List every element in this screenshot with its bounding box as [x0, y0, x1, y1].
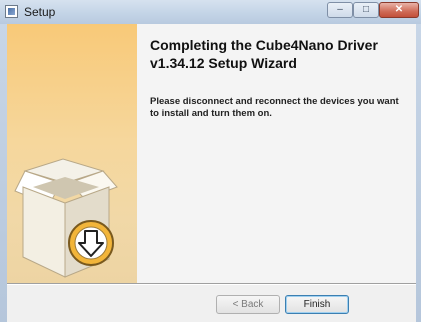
wizard-heading: Completing the Cube4Nano Driver v1.34.12…	[150, 37, 378, 71]
window-title: Setup	[24, 5, 56, 19]
wizard-footer: < Back Finish	[7, 285, 416, 322]
wizard-side-panel	[7, 24, 137, 283]
wizard-client-area: Completing the Cube4Nano Driver v1.34.12…	[7, 24, 416, 322]
setup-app-icon	[5, 5, 18, 18]
finish-button[interactable]: Finish	[285, 295, 349, 314]
close-button[interactable]: ✕	[379, 2, 419, 18]
setup-window: Setup – □ ✕ Completing the Cube4Nano Dri…	[0, 0, 421, 322]
wizard-description: Please disconnect and reconnect the devi…	[150, 96, 399, 119]
minimize-button[interactable]: –	[327, 2, 353, 18]
back-button[interactable]: < Back	[216, 295, 280, 314]
open-box-download-icon	[14, 158, 118, 278]
maximize-button[interactable]: □	[353, 2, 379, 18]
wizard-content: Completing the Cube4Nano Driver v1.34.12…	[137, 24, 416, 283]
title-bar[interactable]: Setup – □ ✕	[0, 0, 421, 24]
